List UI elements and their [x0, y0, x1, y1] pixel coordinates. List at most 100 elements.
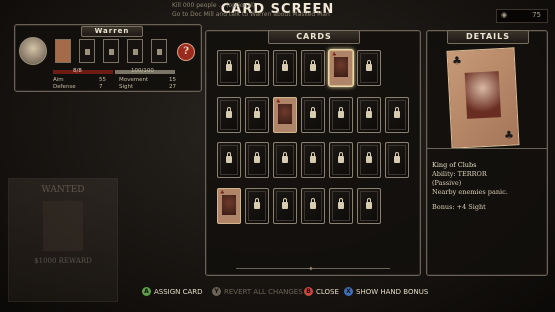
coin-icon: ◉: [501, 11, 508, 19]
card-locked[interactable]: [385, 142, 409, 178]
health-text: 8/8: [73, 68, 82, 74]
lock-icon: [366, 152, 372, 163]
xp-text: 100/100: [131, 68, 154, 74]
lock-icon: [85, 49, 90, 55]
close-button[interactable]: B CLOSE: [304, 287, 339, 296]
card-locked[interactable]: [301, 188, 325, 224]
card-locked[interactable]: [245, 50, 269, 86]
card-locked[interactable]: [357, 97, 381, 133]
lock-icon: [310, 107, 316, 118]
detail-bonus: Bonus: +4 Sight: [432, 203, 486, 211]
card-locked[interactable]: [357, 142, 381, 178]
stat-movement-label: Movement: [119, 77, 149, 83]
card-locked[interactable]: [245, 188, 269, 224]
card-locked[interactable]: [245, 97, 269, 133]
objectives-list: Kill 000 people ... (optional) Go to Doc…: [172, 1, 330, 19]
card-unlocked[interactable]: ♣: [217, 188, 241, 224]
character-panel: Warren ? 8/8 100/100 Aim 55 Movement 15 …: [14, 24, 202, 92]
detail-ability: Ability: TERROR: [432, 170, 487, 178]
card-locked[interactable]: [217, 50, 241, 86]
lock-icon: [310, 152, 316, 163]
card-locked[interactable]: [301, 50, 325, 86]
card-locked[interactable]: [329, 97, 353, 133]
lock-icon: [394, 152, 400, 163]
b-button-icon: B: [304, 287, 313, 296]
assign-card-button[interactable]: A ASSIGN CARD: [142, 287, 203, 296]
lock-icon: [226, 60, 232, 71]
divider: [427, 148, 547, 149]
lock-icon: [226, 152, 232, 163]
lock-icon: [157, 49, 162, 55]
health-bar: [53, 70, 113, 74]
stat-sight-value: 27: [169, 84, 176, 90]
lock-icon: [282, 152, 288, 163]
lock-icon: [394, 107, 400, 118]
card-locked[interactable]: [273, 142, 297, 178]
hand-slot-locked[interactable]: [103, 39, 119, 63]
club-icon: ♣: [503, 128, 515, 142]
club-icon: ♣: [451, 54, 463, 68]
card-locked[interactable]: [273, 50, 297, 86]
hand-slot-locked[interactable]: [127, 39, 143, 63]
card-portrait: [278, 104, 292, 124]
stat-sight-label: Sight: [119, 84, 134, 90]
show-hand-bonus-label: SHOW HAND BONUS: [356, 287, 429, 296]
lock-icon: [109, 49, 114, 55]
card-unlocked[interactable]: ♣: [273, 97, 297, 133]
lock-icon: [254, 107, 260, 118]
stat-aim-value: 55: [99, 77, 106, 83]
wanted-poster: WANTED $1000 REWARD: [8, 178, 118, 302]
detail-card-image: ♣ ♣: [446, 47, 520, 149]
card-locked[interactable]: [217, 97, 241, 133]
card-locked[interactable]: [301, 97, 325, 133]
card-portrait: [334, 57, 348, 77]
hand-slot-card[interactable]: [55, 39, 71, 63]
card-locked[interactable]: [357, 50, 381, 86]
help-icon[interactable]: ?: [177, 43, 195, 61]
revert-all-button[interactable]: Y REVERT ALL CHANGES: [212, 287, 303, 296]
detail-card-name: King of Clubs: [432, 161, 477, 169]
card-portrait: [222, 195, 236, 215]
hand-slot-locked[interactable]: [79, 39, 95, 63]
card-locked[interactable]: [301, 142, 325, 178]
detail-passive: (Passive): [432, 179, 462, 187]
stat-movement-value: 15: [169, 77, 176, 83]
objective-item: Kill 000 people ... (optional): [172, 2, 256, 9]
card-locked[interactable]: [329, 188, 353, 224]
lock-icon: [366, 60, 372, 71]
lock-icon: [226, 107, 232, 118]
objective-item: Go to Doc Mill and talk to Warren about …: [172, 11, 330, 18]
stat-defense-value: 7: [99, 84, 103, 90]
detail-description: Nearby enemies panic.: [432, 188, 508, 196]
stat-defense-label: Defense: [53, 84, 76, 90]
lock-icon: [338, 198, 344, 209]
avatar: [19, 37, 47, 65]
close-label: CLOSE: [316, 287, 339, 296]
card-locked[interactable]: [385, 97, 409, 133]
character-name: Warren: [81, 26, 143, 37]
y-button-icon: Y: [212, 287, 221, 296]
card-locked[interactable]: [357, 188, 381, 224]
lock-icon: [133, 49, 138, 55]
card-locked[interactable]: [273, 188, 297, 224]
a-button-icon: A: [142, 287, 151, 296]
details-panel-title: DETAILS: [447, 30, 529, 44]
card-unlocked[interactable]: ♣: [329, 50, 353, 86]
lock-icon: [338, 152, 344, 163]
ornament-icon: ✦: [308, 265, 314, 273]
card-locked[interactable]: [329, 142, 353, 178]
show-hand-bonus-button[interactable]: X SHOW HAND BONUS: [344, 287, 428, 296]
card-locked[interactable]: [245, 142, 269, 178]
lock-icon: [254, 152, 260, 163]
lock-icon: [282, 60, 288, 71]
lock-icon: [366, 107, 372, 118]
card-locked[interactable]: [217, 142, 241, 178]
lock-icon: [254, 198, 260, 209]
lock-icon: [366, 198, 372, 209]
x-button-icon: X: [344, 287, 353, 296]
lock-icon: [310, 198, 316, 209]
hand-slot-locked[interactable]: [151, 39, 167, 63]
lock-icon: [310, 60, 316, 71]
wanted-portrait: [43, 201, 83, 251]
details-panel: DETAILS ♣ ♣ King of Clubs Ability: TERRO…: [426, 30, 548, 276]
